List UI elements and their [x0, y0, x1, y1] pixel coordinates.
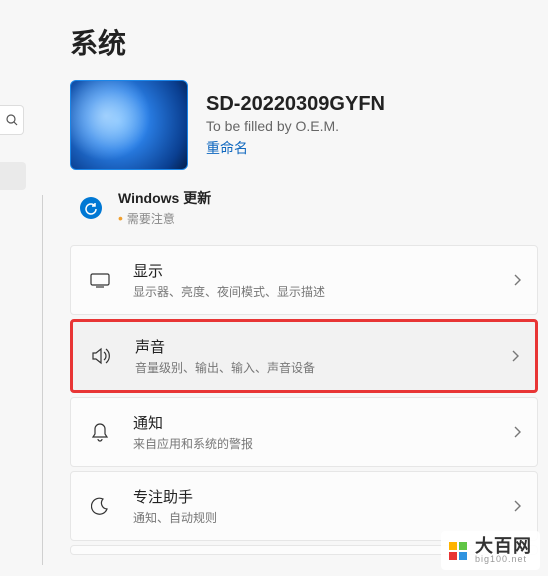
watermark-logo-icon: [449, 542, 467, 560]
search-icon: [6, 114, 18, 126]
item-title: 专注助手: [133, 486, 491, 507]
chevron-right-icon: [513, 426, 521, 438]
chevron-right-icon: [511, 350, 519, 362]
item-title: 通知: [133, 412, 491, 433]
sound-icon: [91, 347, 113, 365]
item-desc: 通知、自动规则: [133, 509, 491, 526]
device-summary: SD-20220309GYFN To be filled by O.E.M. 重…: [70, 80, 538, 170]
update-status: 需要注意: [118, 210, 538, 227]
moon-icon: [89, 497, 111, 515]
rename-link[interactable]: 重命名: [206, 138, 248, 158]
device-wallpaper-thumb[interactable]: [70, 80, 188, 170]
update-icon: [80, 197, 102, 219]
settings-item-notifications[interactable]: 通知 来自应用和系统的警报: [70, 397, 538, 467]
settings-list: 显示 显示器、亮度、夜间模式、显示描述 声音 音量级别、输出、输入、声音设备: [70, 245, 538, 555]
vertical-divider: [42, 195, 43, 565]
watermark-url: big100.net: [475, 555, 532, 564]
settings-item-display[interactable]: 显示 显示器、亮度、夜间模式、显示描述: [70, 245, 538, 315]
nav-selected-stub: [0, 162, 26, 190]
bell-icon: [89, 422, 111, 442]
chevron-right-icon: [513, 274, 521, 286]
item-desc: 显示器、亮度、夜间模式、显示描述: [133, 283, 491, 300]
settings-item-sound[interactable]: 声音 音量级别、输出、输入、声音设备: [70, 319, 538, 393]
windows-update-row[interactable]: Windows 更新 需要注意: [70, 188, 538, 227]
watermark: 大百网 big100.net: [441, 531, 540, 570]
watermark-text: 大百网: [475, 537, 532, 555]
item-title: 显示: [133, 260, 491, 281]
update-title: Windows 更新: [118, 188, 538, 208]
item-desc: 音量级别、输出、输入、声音设备: [135, 359, 489, 376]
display-icon: [89, 272, 111, 288]
device-name: SD-20220309GYFN: [206, 93, 538, 116]
page-title: 系统: [70, 0, 538, 80]
item-title: 声音: [135, 336, 489, 357]
chevron-right-icon: [513, 500, 521, 512]
search-button[interactable]: [0, 105, 24, 135]
device-oem: To be filled by O.E.M.: [206, 118, 538, 134]
item-desc: 来自应用和系统的警报: [133, 435, 491, 452]
